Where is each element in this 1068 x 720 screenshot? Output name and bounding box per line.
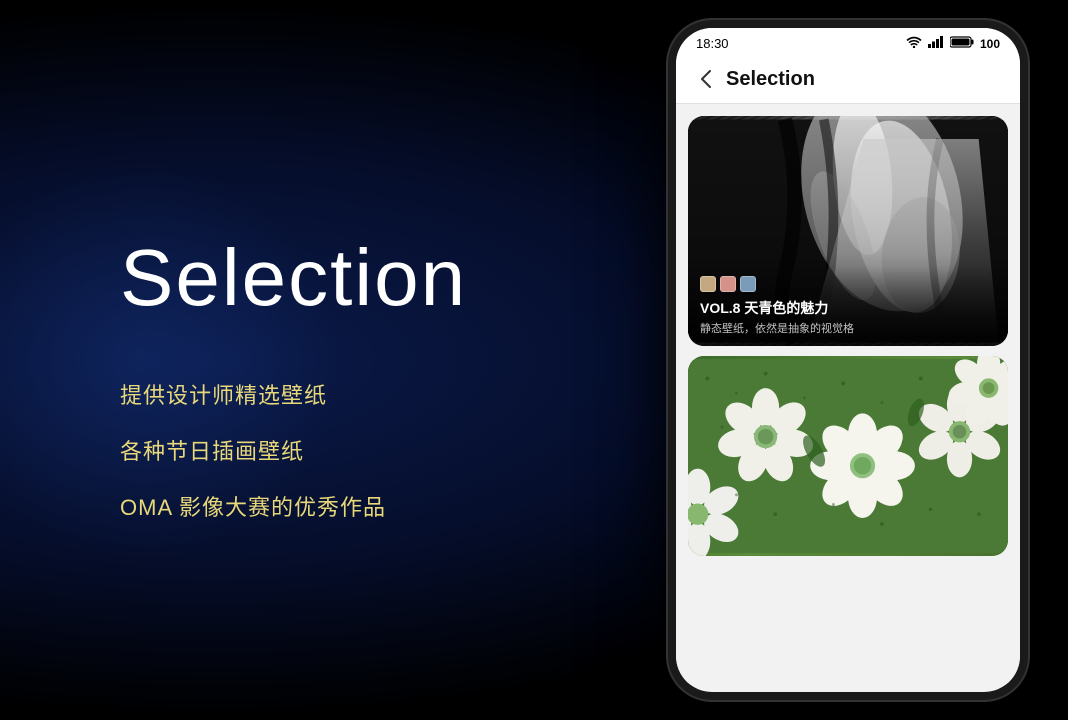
status-bar: 18:30 [676, 28, 1020, 55]
time-display: 18:30 [696, 36, 729, 51]
wallpaper-card-2[interactable] [688, 356, 1008, 556]
phone-screen: 18:30 [676, 28, 1020, 692]
status-icons: 100 [906, 36, 1000, 51]
color-swatches [700, 276, 996, 292]
feature-list: 提供设计师精选壁纸 各种节日插画壁纸 OMA 影像大赛的优秀作品 [120, 378, 580, 522]
card-1-title: VOL.8 天青色的魅力 [700, 298, 996, 318]
wifi-icon [906, 36, 922, 51]
swatch-beige [700, 276, 716, 292]
signal-icon [928, 36, 944, 51]
back-button[interactable] [692, 65, 720, 93]
main-title: Selection [120, 238, 580, 318]
nav-bar: Selection [676, 55, 1020, 104]
phone-mockup: 18:30 [668, 20, 1028, 700]
feature-item-3: OMA 影像大赛的优秀作品 [120, 490, 580, 522]
content-area[interactable]: VOL.8 天青色的魅力 静态壁纸，依然是抽象的视觉格 [676, 104, 1020, 683]
battery-label: 100 [980, 37, 1000, 51]
battery-icon [950, 36, 974, 51]
card-2-image [688, 356, 1008, 556]
nav-title: Selection [726, 68, 815, 91]
card-1-overlay: VOL.8 天青色的魅力 静态壁纸，依然是抽象的视觉格 [688, 266, 1008, 346]
feature-item-1: 提供设计师精选壁纸 [120, 378, 580, 410]
phone-frame: 18:30 [668, 20, 1028, 700]
swatch-blue [740, 276, 756, 292]
feature-item-2: 各种节日插画壁纸 [120, 434, 580, 466]
swatch-pink [720, 276, 736, 292]
wallpaper-card-1[interactable]: VOL.8 天青色的魅力 静态壁纸，依然是抽象的视觉格 [688, 116, 1008, 346]
left-panel: Selection 提供设计师精选壁纸 各种节日插画壁纸 OMA 影像大赛的优秀… [0, 0, 580, 720]
card-1-subtitle: 静态壁纸，依然是抽象的视觉格 [700, 320, 996, 336]
